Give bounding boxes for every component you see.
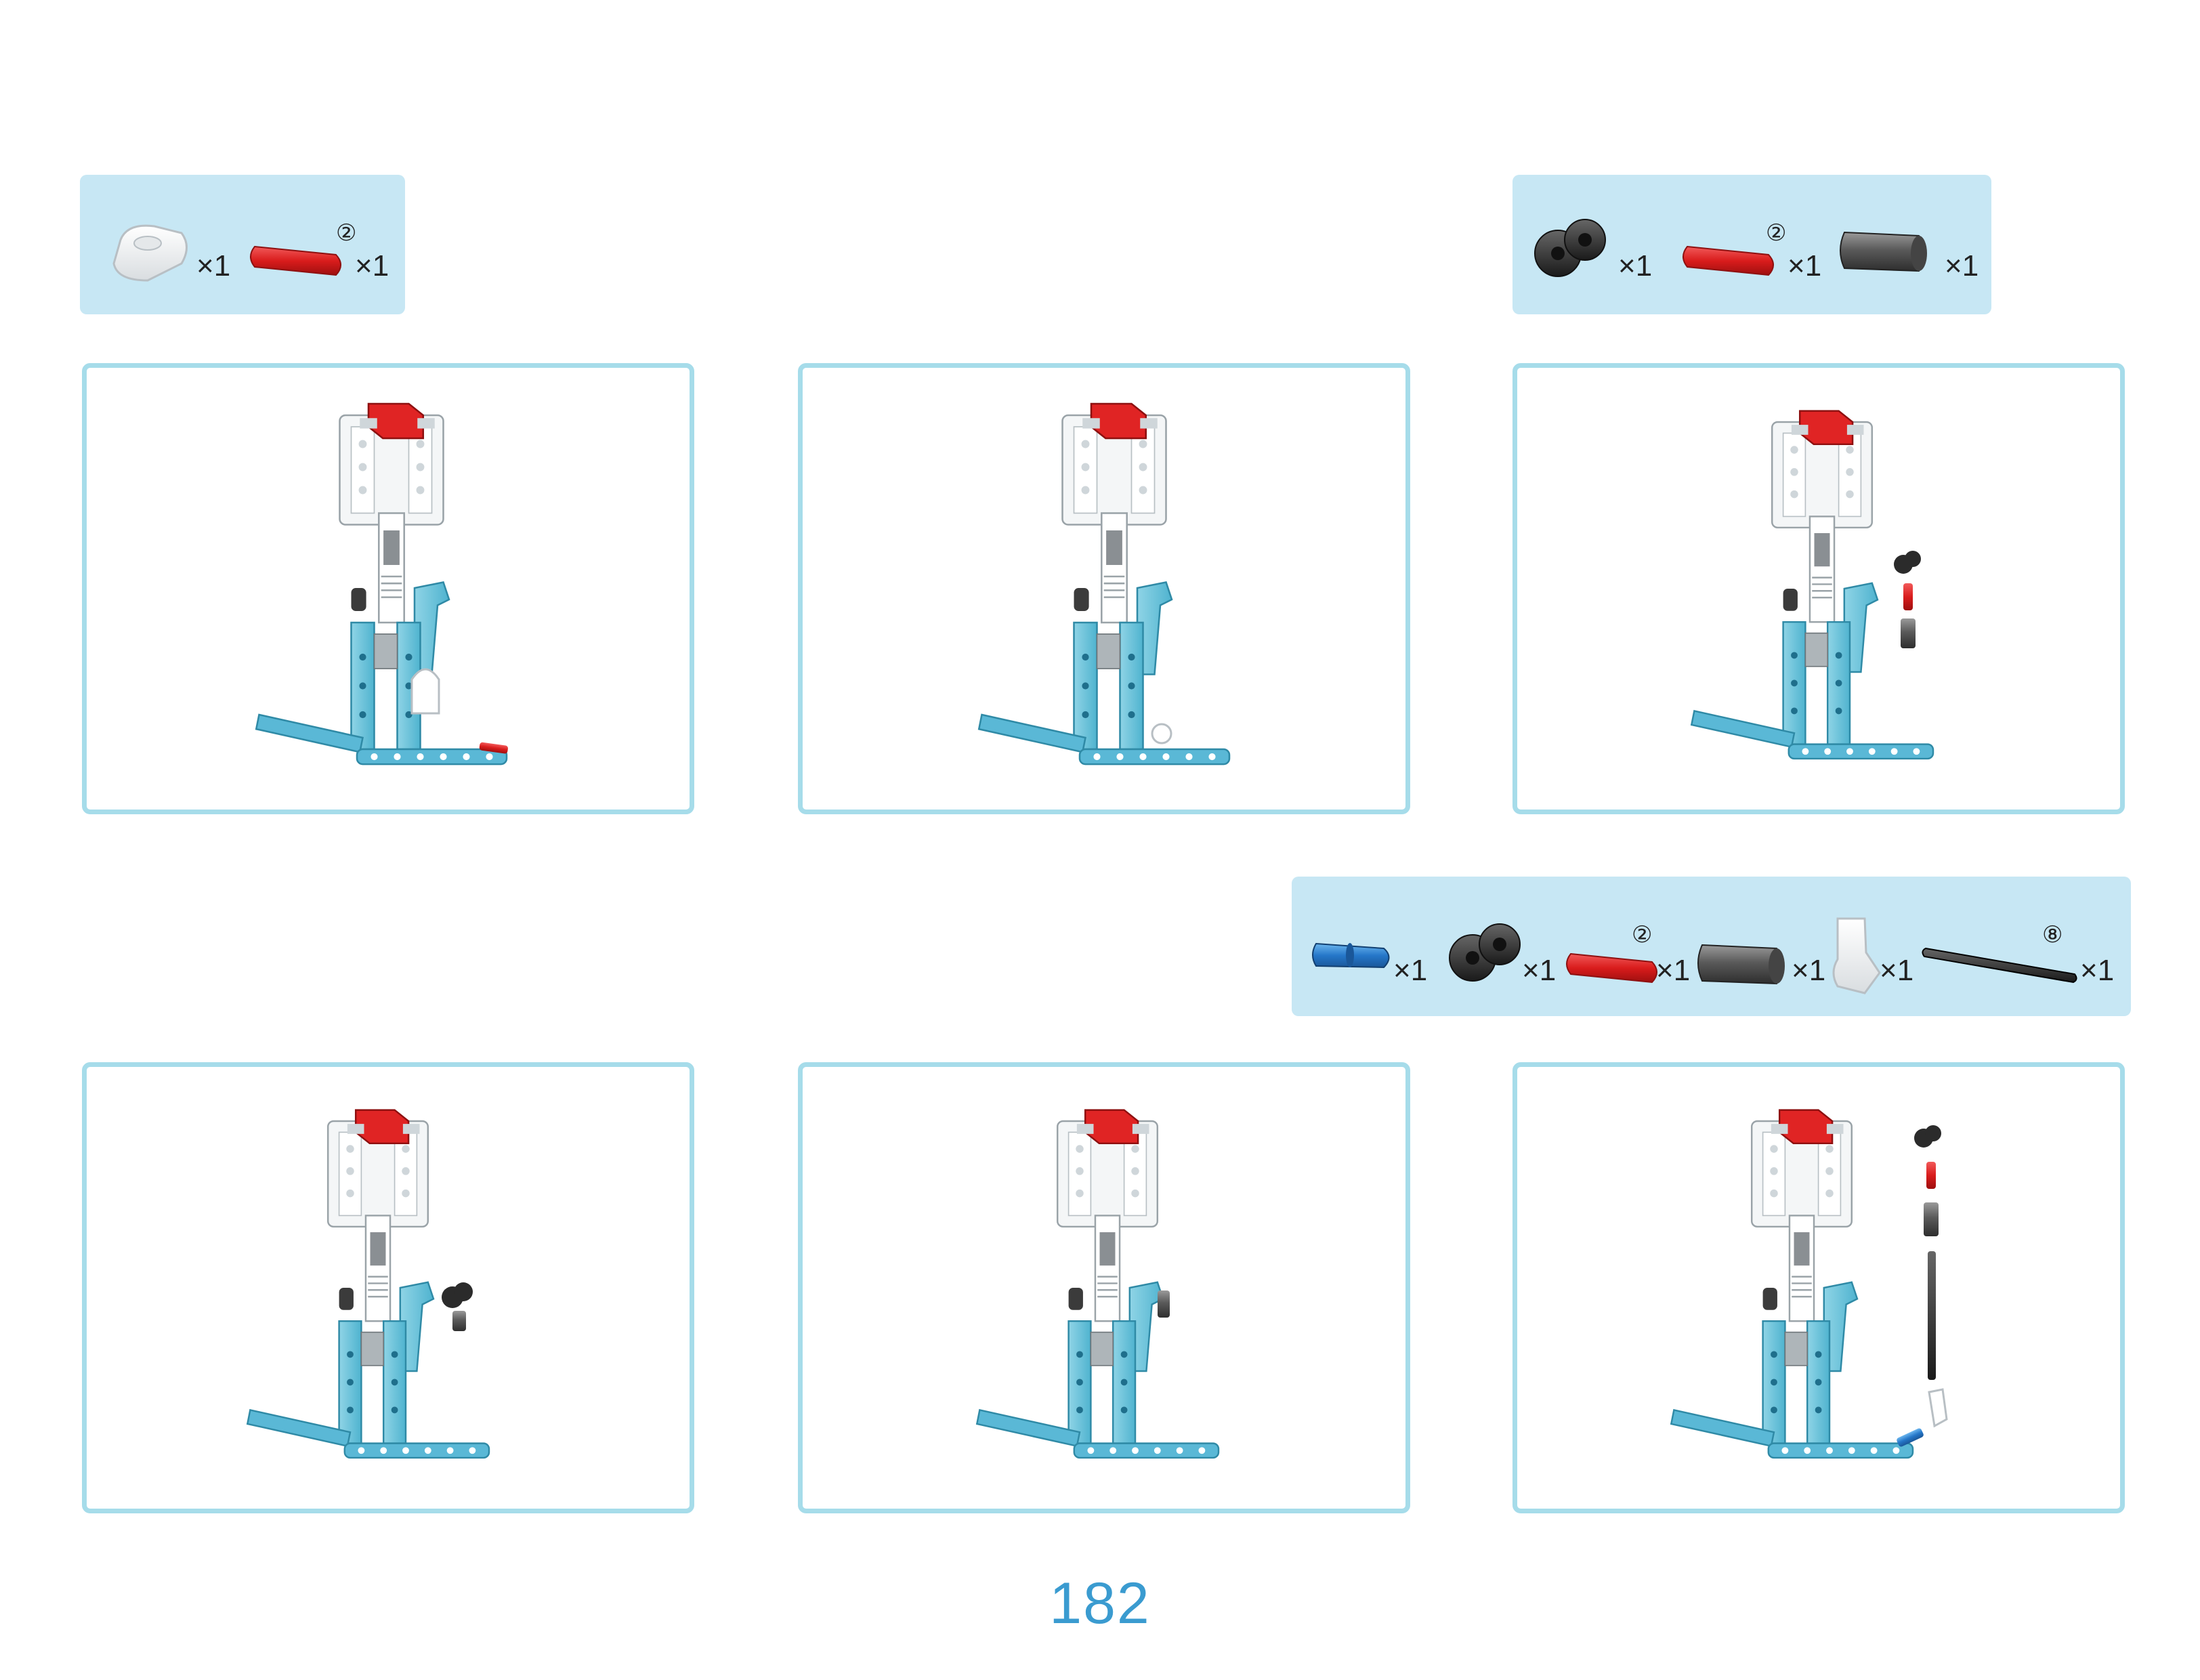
part-qty: ×1 — [1880, 954, 1914, 987]
grey-bushing-icon — [1840, 231, 1927, 272]
black-cross-block-icon — [1534, 219, 1606, 277]
step-illustration-2 — [798, 363, 1410, 814]
part-qty: ×1 — [1788, 249, 1822, 282]
part-qty: ×1 — [1792, 954, 1826, 987]
part-qty: ×1 — [1945, 249, 1979, 282]
page-number: 182 — [1049, 1571, 1151, 1636]
red-axle-icon — [250, 245, 341, 276]
part-qty: ×1 — [1522, 954, 1557, 987]
step-illustration-4 — [82, 1062, 694, 1513]
red-axle-icon — [1683, 245, 1774, 276]
grey-bushing-icon — [1697, 944, 1785, 985]
step-illustration-5 — [798, 1062, 1410, 1513]
red-axle-icon — [1566, 952, 1657, 984]
blue-pin-icon — [1312, 942, 1390, 969]
step-illustration-1 — [82, 363, 694, 814]
part-qty: ×1 — [1393, 954, 1428, 987]
part-qty: ×1 — [1618, 249, 1653, 282]
step-illustration-6 — [1512, 1062, 2125, 1513]
part-qty: ×1 — [196, 249, 231, 282]
white-angle-connector-icon — [1832, 917, 1881, 994]
parts-panel-step-1: ×1 ② ×1 — [80, 175, 405, 314]
white-connector-icon — [112, 224, 188, 282]
black-cross-block-icon — [1449, 923, 1521, 982]
part-qty: ×1 — [1656, 954, 1691, 987]
part-qty: ×1 — [355, 249, 389, 282]
part-qty: ×1 — [2080, 954, 2115, 987]
black-long-axle-icon — [1922, 947, 2077, 984]
parts-panel-step-3: ×1 ② ×1 ×1 — [1512, 175, 1991, 314]
parts-panel-step-6: ×1 ×1 ② ×1 ×1 ×1 ⑧ ×1 — [1292, 877, 2131, 1016]
step-illustration-3 — [1512, 363, 2125, 814]
